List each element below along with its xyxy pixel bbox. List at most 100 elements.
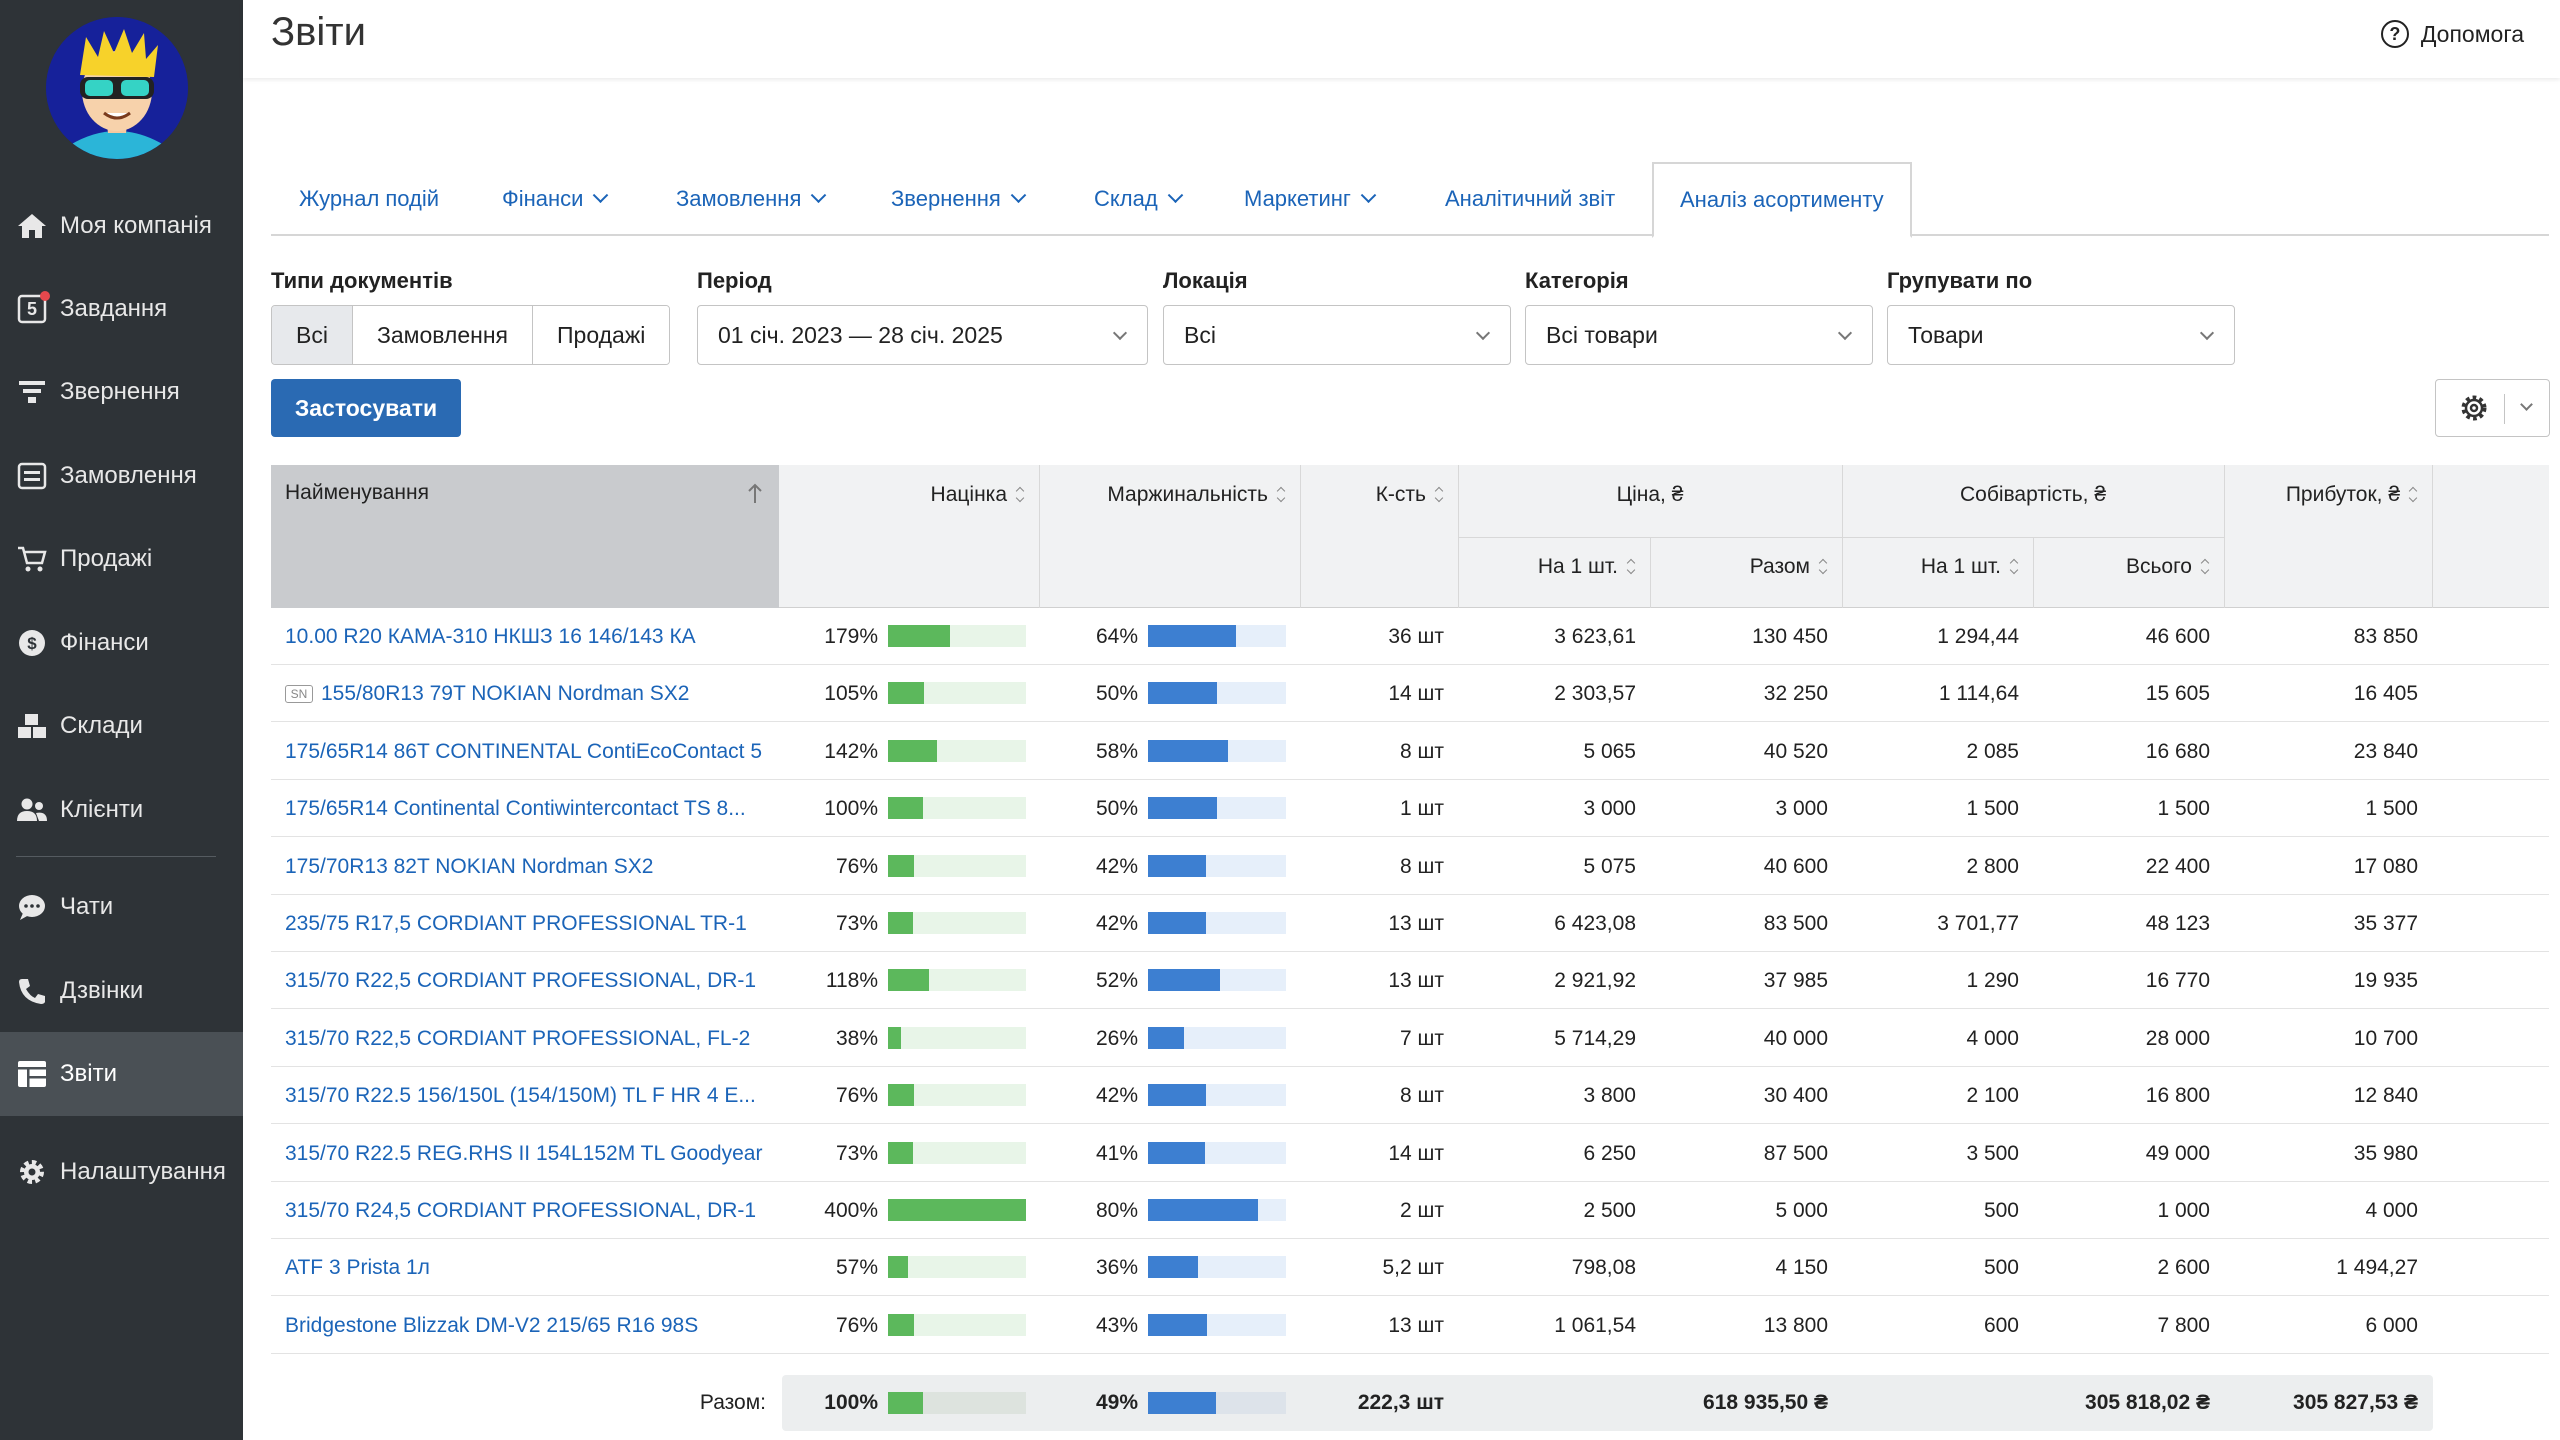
price-total-value: 5 000: [1775, 1198, 1828, 1222]
price-total-value: 130 450: [1752, 624, 1828, 648]
orders-icon: [16, 460, 48, 492]
topbar: Звіти ? Допомога: [243, 0, 2560, 78]
chevron-down-icon: [2199, 325, 2215, 341]
totals-margin: 49%: [1095, 1391, 1138, 1414]
product-link[interactable]: 10.00 R20 КАМА-310 НКШЗ 16 146/143 КА: [285, 608, 765, 665]
doc-type-all[interactable]: Всі: [272, 306, 353, 364]
profit-value: 19 935: [2353, 968, 2418, 992]
group-by-select[interactable]: Товари: [1887, 305, 2235, 365]
cost-unit-value: 2 100: [1966, 1083, 2019, 1107]
help-link[interactable]: ? Допомога: [2380, 20, 2524, 48]
profit-value: 4 000: [2365, 1198, 2418, 1222]
home-icon: [16, 210, 48, 242]
bar-fill: [888, 625, 950, 647]
product-link[interactable]: 315/70 R22.5 REG.RHS II 154L152M TL Good…: [285, 1125, 765, 1182]
table-settings-button[interactable]: [2435, 379, 2550, 437]
col-qty-header[interactable]: К-сть: [1300, 465, 1458, 525]
col-price-total-header[interactable]: Разом: [1650, 537, 1842, 597]
tab-analytics[interactable]: Аналітичний звіт: [1445, 162, 1615, 236]
product-name: 175/65R14 Continental Contiwintercontact…: [285, 796, 746, 820]
apply-button[interactable]: Застосувати: [271, 379, 461, 437]
col-price-unit-header[interactable]: На 1 шт.: [1458, 537, 1650, 597]
col-label: Ціна, ₴: [1616, 483, 1684, 506]
tab-event-log[interactable]: Журнал подій: [299, 162, 439, 236]
product-link[interactable]: ATF 3 Prista 1л: [285, 1239, 765, 1296]
price-total-value: 13 800: [1763, 1313, 1828, 1337]
table-row: 315/70 R22.5 156/150L (154/150M) TL F HR…: [271, 1067, 2549, 1124]
cost-unit-value: 1 294,44: [1937, 624, 2019, 648]
product-link[interactable]: 175/65R14 Continental Contiwintercontact…: [285, 780, 765, 837]
markup-bar: [888, 682, 1026, 704]
margin-value: 50%: [1095, 796, 1138, 820]
gear-icon: [16, 1156, 48, 1188]
sort-icon: [2200, 559, 2210, 575]
col-name-header[interactable]: Найменування: [271, 465, 779, 608]
tab-requests[interactable]: Звернення: [891, 162, 1027, 236]
product-name: 315/70 R22.5 REG.RHS II 154L152M TL Good…: [285, 1141, 763, 1165]
tab-orders[interactable]: Замовлення: [676, 162, 827, 236]
col-profit-header[interactable]: Прибуток, ₴: [2224, 465, 2432, 525]
col-markup-header[interactable]: Націнка: [779, 465, 1039, 525]
sidebar-item-clients[interactable]: Клієнти: [0, 768, 243, 852]
margin-value: 43%: [1095, 1313, 1138, 1337]
product-link[interactable]: 175/65R14 86T CONTINENTAL ContiEcoContac…: [285, 723, 765, 780]
divider: [2033, 537, 2034, 608]
col-label: Всього: [2125, 555, 2192, 578]
bar-fill: [888, 1084, 914, 1106]
margin-bar: [1148, 1027, 1286, 1049]
markup-value: 100%: [824, 796, 878, 820]
tab-assortment-analysis[interactable]: Аналіз асортименту: [1652, 162, 1912, 238]
sidebar-item-orders[interactable]: Замовлення: [0, 434, 243, 518]
sidebar-item-calls[interactable]: Дзвінки: [0, 949, 243, 1033]
sidebar-item-warehouses[interactable]: Склади: [0, 684, 243, 768]
product-link[interactable]: 175/70R13 82T NOKIAN Nordman SX2: [285, 838, 765, 895]
product-link[interactable]: 315/70 R22,5 CORDIANT PROFESSIONAL, DR-1: [285, 952, 765, 1009]
tab-finance[interactable]: Фінанси: [502, 162, 609, 236]
product-name: 10.00 R20 КАМА-310 НКШЗ 16 146/143 КА: [285, 624, 696, 648]
bar-fill: [1148, 1142, 1205, 1164]
sidebar-item-tasks[interactable]: 5 Завдання: [0, 267, 243, 351]
sidebar-item-sales[interactable]: Продажі: [0, 517, 243, 601]
table-row: 10.00 R20 КАМА-310 НКШЗ 16 146/143 КА 179…: [271, 608, 2549, 665]
sidebar-item-finance[interactable]: $ Фінанси: [0, 601, 243, 685]
sidebar-item-chats[interactable]: Чати: [0, 865, 243, 949]
margin-value: 26%: [1095, 1026, 1138, 1050]
col-label: Прибуток, ₴: [2285, 483, 2400, 506]
price-unit-value: 3 623,61: [1554, 624, 1636, 648]
cost-unit-value: 1 114,64: [1938, 681, 2019, 705]
bar-fill: [1148, 1314, 1207, 1336]
product-link[interactable]: 235/75 R17,5 CORDIANT PROFESSIONAL TR-1: [285, 895, 765, 952]
col-cost-unit-header[interactable]: На 1 шт.: [1842, 537, 2033, 597]
product-link[interactable]: Bridgestone Blizzak DM-V2 215/65 R16 98S: [285, 1297, 765, 1354]
bar-fill: [1148, 1199, 1258, 1221]
avatar[interactable]: [46, 17, 188, 159]
col-cost-total-header[interactable]: Всього: [2033, 537, 2224, 597]
cost-total-value: 22 400: [2145, 854, 2210, 878]
sidebar-item-requests[interactable]: Звернення: [0, 350, 243, 434]
price-unit-value: 5 714,29: [1554, 1026, 1636, 1050]
markup-value: 57%: [835, 1255, 878, 1279]
margin-value: 42%: [1095, 911, 1138, 935]
question-icon: ?: [2380, 20, 2409, 48]
sidebar-item-reports[interactable]: Звіти: [0, 1032, 243, 1116]
sort-icon: [1818, 559, 1828, 575]
period-select[interactable]: 01 січ. 2023 — 28 січ. 2025: [697, 305, 1148, 365]
location-select[interactable]: Всі: [1163, 305, 1511, 365]
product-link[interactable]: 315/70 R22,5 CORDIANT PROFESSIONAL, FL-2: [285, 1010, 765, 1067]
tab-warehouse[interactable]: Склад: [1094, 162, 1183, 236]
doc-type-orders[interactable]: Замовлення: [352, 306, 534, 364]
cost-unit-value: 500: [1983, 1198, 2019, 1222]
sidebar-item-settings[interactable]: Налаштування: [0, 1130, 243, 1214]
bar-fill: [1148, 1027, 1184, 1049]
product-link[interactable]: 315/70 R24,5 CORDIANT PROFESSIONAL, DR-1: [285, 1182, 765, 1239]
product-link[interactable]: 315/70 R22.5 156/150L (154/150M) TL F HR…: [285, 1067, 765, 1124]
doc-type-sales[interactable]: Продажі: [533, 306, 670, 364]
category-select[interactable]: Всі товари: [1525, 305, 1873, 365]
tab-marketing[interactable]: Маркетинг: [1244, 162, 1377, 236]
qty-value: 8 шт: [1400, 739, 1444, 763]
col-margin-header[interactable]: Маржинальність: [1039, 465, 1300, 525]
bar-fill: [888, 1027, 901, 1049]
product-link[interactable]: SN 155/80R13 79T NOKIAN Nordman SX2: [285, 665, 765, 722]
sidebar-item-my-company[interactable]: Моя компанія: [0, 184, 243, 268]
profit-value: 1 500: [2365, 796, 2418, 820]
